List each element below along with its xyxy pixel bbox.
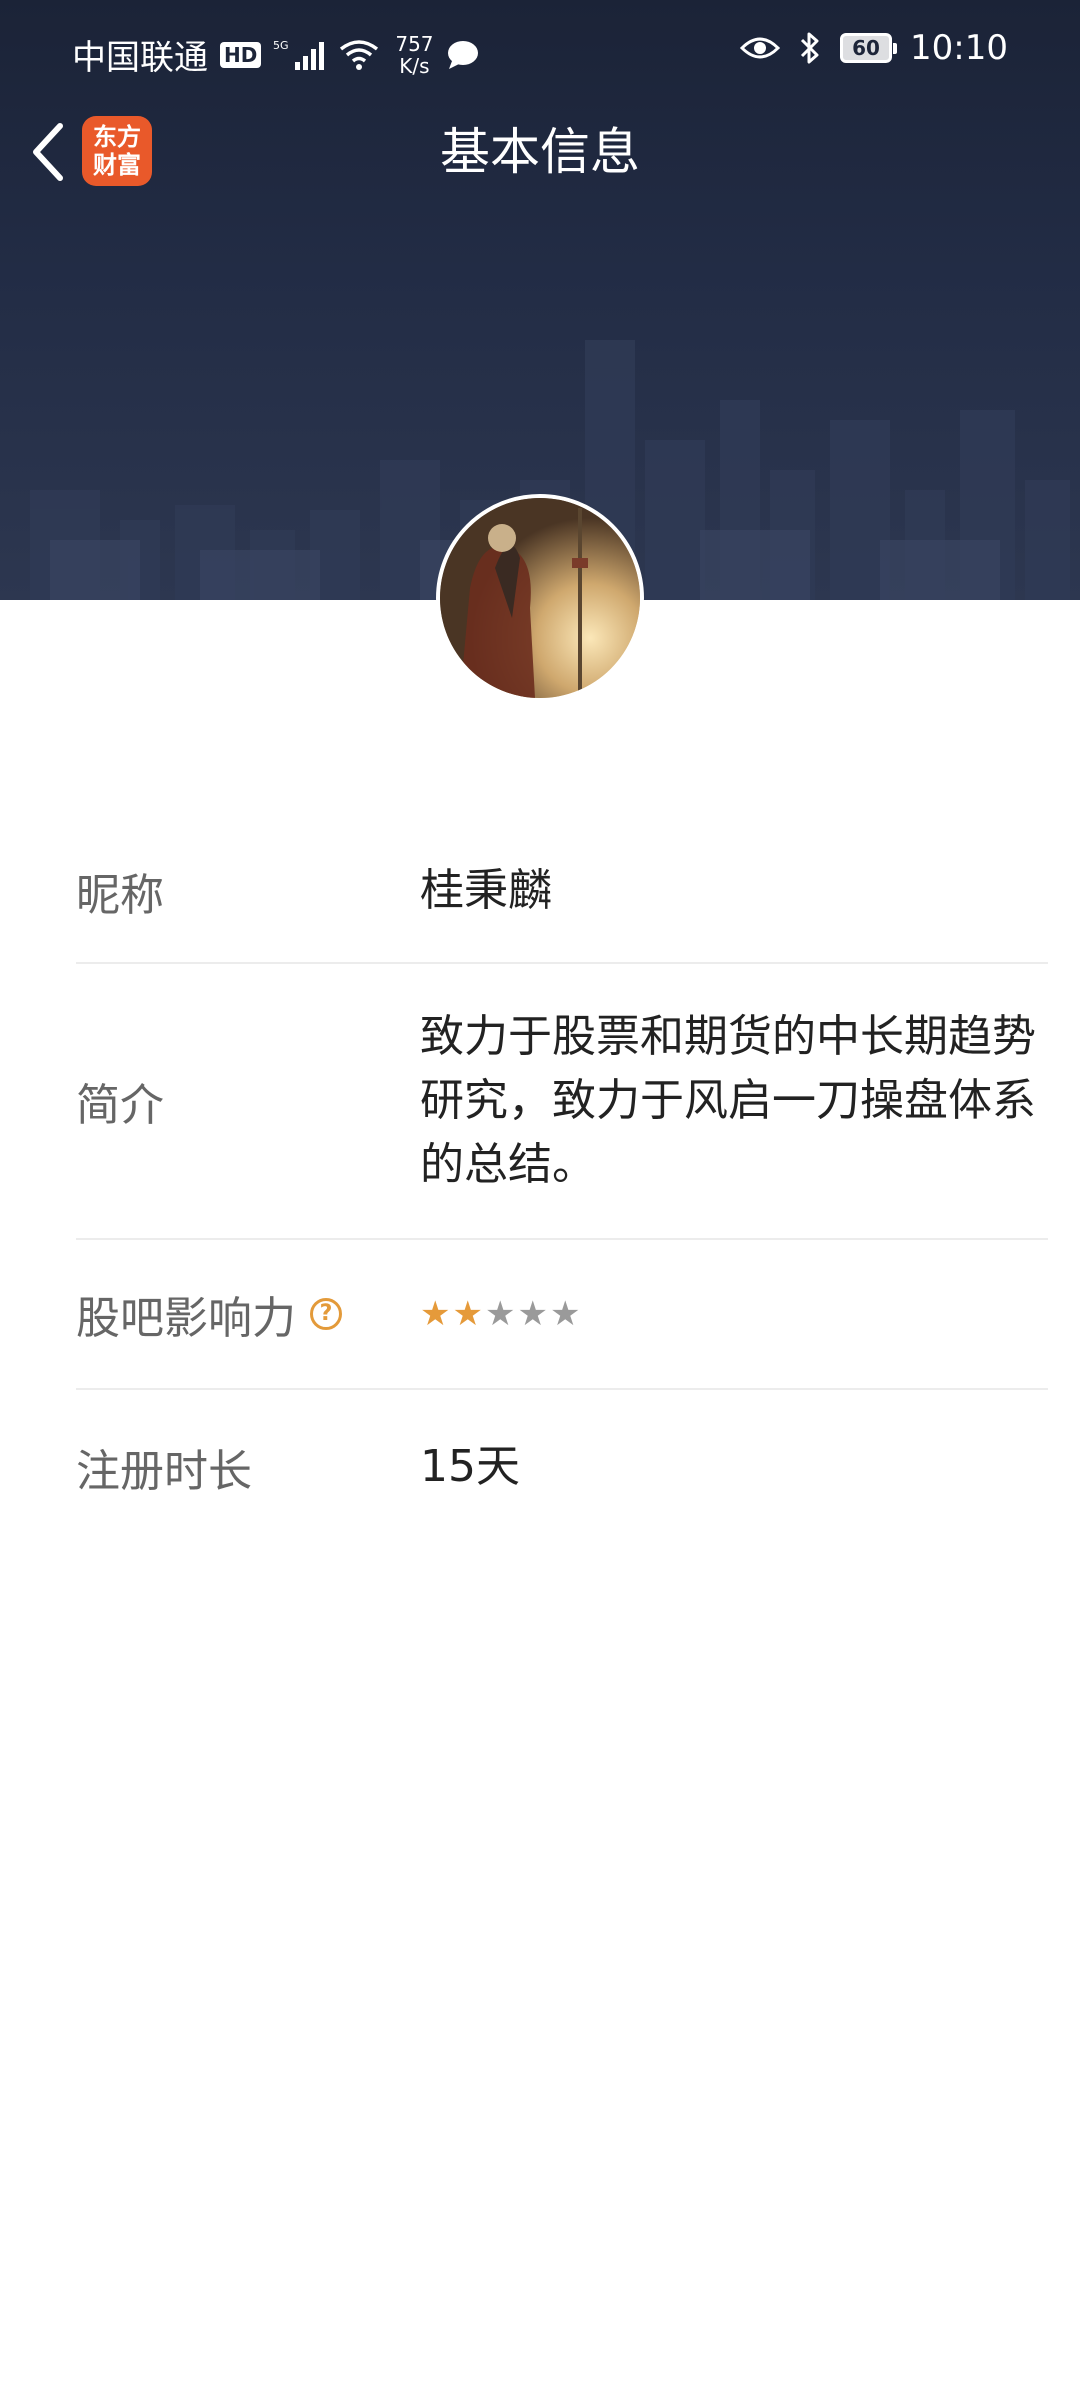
status-bar: 中国联通 HD 5G 757 K/s 60 10:10 xyxy=(0,0,1080,104)
net-speed-unit: K/s xyxy=(399,53,430,78)
nickname-label: 昵称 xyxy=(76,859,164,923)
nickname-row: 昵称 桂秉麟 xyxy=(76,820,1048,964)
star-empty-icon: ★ xyxy=(517,1294,548,1334)
influence-label-text: 股吧影响力 xyxy=(76,1293,296,1344)
battery-icon: 60 xyxy=(840,33,898,63)
bluetooth-icon xyxy=(800,32,819,64)
bio-label-text: 简介 xyxy=(76,1080,164,1131)
avatar[interactable] xyxy=(436,494,644,702)
registration-value: 15天 xyxy=(420,1441,520,1492)
message-icon xyxy=(447,40,478,69)
nickname-value: 桂秉麟 xyxy=(420,865,552,916)
bio-value: 致力于股票和期货的中长期趋势研究，致力于风启一刀操盘体系的总结。 xyxy=(420,1011,1036,1190)
star-filled-icon: ★ xyxy=(420,1294,451,1334)
hd-badge: HD xyxy=(220,41,262,68)
signal-icon: 5G xyxy=(273,39,325,70)
carrier-label: 中国联通 xyxy=(72,38,208,78)
influence-rating: ★ ★ ★ ★ ★ xyxy=(420,1294,580,1334)
registration-label-text: 注册时长 xyxy=(76,1446,252,1497)
profile-info-list: 昵称 桂秉麟 简介 致力于股票和期货的中长期趋势研究，致力于风启一刀操盘体系的总… xyxy=(76,820,1048,1544)
registration-label: 注册时长 xyxy=(76,1435,252,1499)
wifi-icon xyxy=(340,39,379,70)
top-nav: 东方 财富 基本信息 xyxy=(0,110,1080,200)
star-filled-icon: ★ xyxy=(452,1294,483,1334)
svg-text:5G: 5G xyxy=(273,39,289,52)
influence-label: 股吧影响力 ? xyxy=(76,1282,342,1346)
nickname-label-text: 昵称 xyxy=(76,870,164,921)
eye-icon xyxy=(740,37,781,59)
net-speed-value: 757 xyxy=(395,31,434,56)
bio-label: 简介 xyxy=(76,1069,164,1133)
clock: 10:10 xyxy=(910,28,1008,68)
avatar-image xyxy=(440,498,640,698)
help-icon[interactable]: ? xyxy=(310,1298,342,1330)
bio-row: 简介 致力于股票和期货的中长期趋势研究，致力于风启一刀操盘体系的总结。 xyxy=(76,964,1048,1240)
page-title: 基本信息 xyxy=(440,123,640,181)
net-speed: 757 K/s xyxy=(395,33,433,77)
influence-row: 股吧影响力 ? ★ ★ ★ ★ ★ xyxy=(76,1240,1048,1390)
star-empty-icon: ★ xyxy=(484,1294,516,1334)
star-empty-icon: ★ xyxy=(549,1294,581,1334)
registration-row: 注册时长 15天 xyxy=(76,1390,1048,1544)
